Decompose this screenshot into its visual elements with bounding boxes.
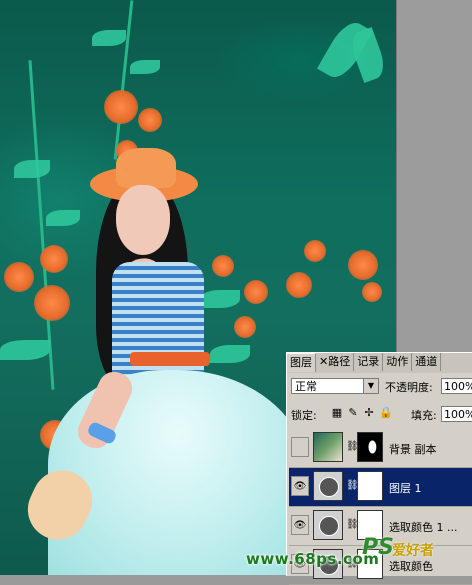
panel-tabs: 图层 ✕路径 记录 动作 通道 bbox=[287, 353, 472, 373]
hat-crown bbox=[116, 148, 176, 188]
lock-icons: ▦ ✎ ✢ 🔒 bbox=[331, 406, 393, 420]
leaf bbox=[130, 60, 160, 74]
skirt bbox=[48, 370, 308, 575]
belt bbox=[130, 352, 210, 366]
layer-thumbnail bbox=[313, 432, 343, 462]
fill-label: 填充: bbox=[411, 409, 437, 422]
tab-channels[interactable]: 通道 bbox=[412, 353, 442, 371]
lock-move-icon[interactable]: ✢ bbox=[363, 406, 375, 420]
flower bbox=[212, 255, 234, 277]
lock-label: 锁定: bbox=[291, 409, 317, 422]
flower bbox=[244, 280, 268, 304]
layer-thumbnail bbox=[313, 471, 343, 501]
layer-mask-thumbnail bbox=[357, 432, 383, 462]
flower bbox=[138, 108, 162, 132]
tab-close-icon[interactable]: ✕ bbox=[319, 355, 328, 368]
layer-name: 背景 副本 bbox=[389, 443, 437, 456]
flower bbox=[304, 240, 326, 262]
flower bbox=[104, 90, 138, 124]
blend-mode-select[interactable]: 正常 ▼ bbox=[291, 378, 379, 394]
opacity-field[interactable]: 100% bbox=[441, 378, 472, 394]
eye-icon[interactable]: 👁 bbox=[291, 515, 309, 535]
tab-actions[interactable]: 动作 bbox=[383, 353, 413, 371]
layer-thumbnail bbox=[313, 510, 343, 540]
leaf bbox=[0, 340, 50, 360]
flower bbox=[362, 282, 382, 302]
flower bbox=[234, 316, 256, 338]
watermark-url: www.68ps.com bbox=[246, 550, 380, 568]
eye-icon[interactable]: 👁 bbox=[291, 476, 309, 496]
flower bbox=[286, 272, 312, 298]
fill-field[interactable]: 100% bbox=[441, 406, 472, 422]
layer-row[interactable]: 👁 ⛓ 图层 1 bbox=[289, 468, 472, 507]
lock-row: 锁定: ▦ ✎ ✢ 🔒 填充: 100% bbox=[289, 405, 472, 425]
layer-name: 选取颜色 bbox=[389, 560, 433, 573]
tab-history[interactable]: 记录 bbox=[354, 353, 384, 371]
layer-name: 选取颜色 1 ... bbox=[389, 521, 458, 534]
visibility-toggle[interactable] bbox=[291, 437, 309, 457]
layer-name: 图层 1 bbox=[389, 482, 422, 495]
layer-row[interactable]: ⛓ 背景 副本 bbox=[289, 429, 472, 468]
tab-paths[interactable]: ✕路径 bbox=[316, 353, 355, 371]
flower bbox=[4, 262, 34, 292]
blend-mode-value: 正常 bbox=[295, 380, 317, 393]
flower bbox=[40, 245, 68, 273]
flower bbox=[34, 285, 70, 321]
lock-all-icon[interactable]: 🔒 bbox=[379, 406, 393, 420]
blend-row: 正常 ▼ 不透明度: 100% bbox=[289, 377, 472, 397]
logo-text: 爱好者 bbox=[392, 543, 434, 559]
flower bbox=[348, 250, 378, 280]
stem bbox=[113, 0, 134, 160]
leaf bbox=[46, 210, 80, 226]
lock-paint-icon[interactable]: ✎ bbox=[347, 406, 359, 420]
logo: PS bbox=[362, 535, 394, 560]
leaf bbox=[14, 160, 50, 178]
leaf bbox=[92, 30, 126, 46]
leaf bbox=[347, 27, 389, 83]
leaf bbox=[200, 290, 240, 308]
opacity-label: 不透明度: bbox=[385, 381, 433, 394]
face bbox=[116, 185, 170, 255]
tab-paths-label: 路径 bbox=[328, 355, 351, 368]
lock-transparent-icon[interactable]: ▦ bbox=[331, 406, 343, 420]
leaf bbox=[210, 345, 250, 363]
tab-layers[interactable]: 图层 bbox=[287, 353, 316, 372]
chevron-down-icon[interactable]: ▼ bbox=[363, 379, 378, 393]
workspace-background bbox=[396, 0, 472, 352]
layer-mask-thumbnail bbox=[357, 471, 383, 501]
